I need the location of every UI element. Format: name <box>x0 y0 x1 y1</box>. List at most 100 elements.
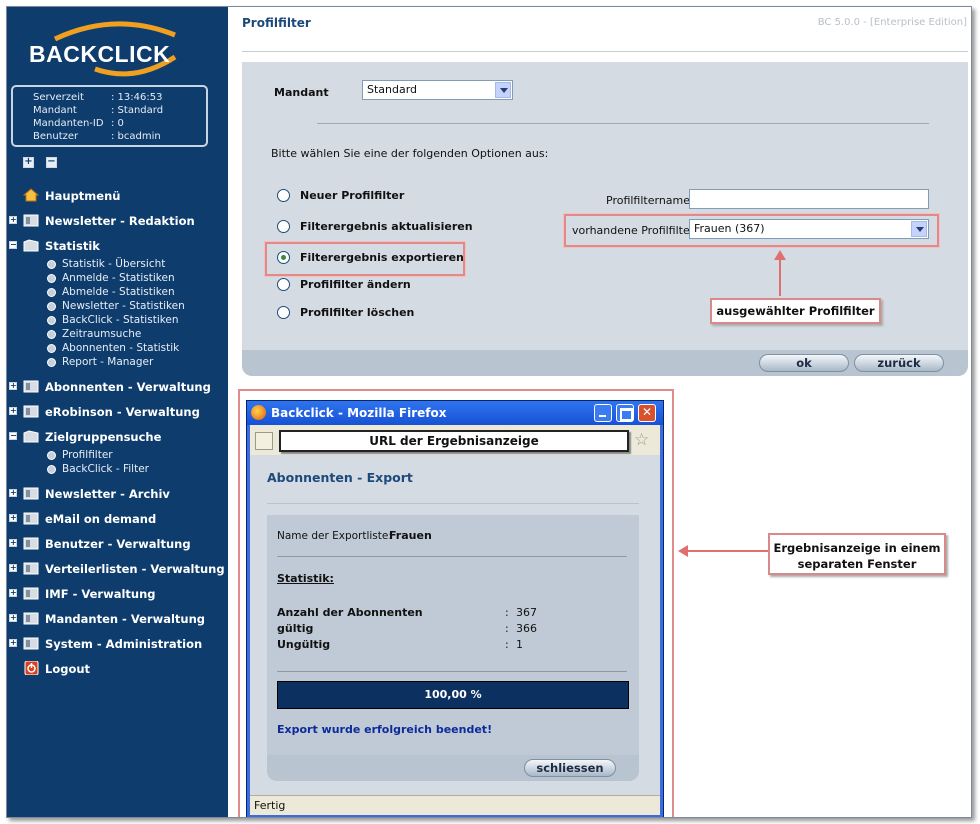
ok-button[interactable]: ok <box>759 354 849 372</box>
window-title: Backclick - Mozilla Firefox <box>271 406 447 420</box>
stat-value: 366 <box>516 622 537 635</box>
radio-circle[interactable] <box>277 306 290 319</box>
menu-item-benutzer[interactable]: + Benutzer - Verwaltung <box>7 531 228 556</box>
menu-item-system[interactable]: + System - Administration <box>7 631 228 656</box>
folder-icon <box>23 587 39 600</box>
submenu-item-backclick-filter[interactable]: BackClick - Filter <box>47 462 228 476</box>
profilfiltername-input[interactable] <box>689 189 929 209</box>
stat-value: 367 <box>516 606 537 619</box>
menu-item-hauptmenu[interactable]: Hauptmenü <box>7 183 228 208</box>
submenu-item[interactable]: Newsletter - Statistiken <box>47 299 228 313</box>
menu-item-mandanten[interactable]: + Mandanten - Verwaltung <box>7 606 228 631</box>
menu-label: eMail on demand <box>45 511 157 526</box>
submenu-item[interactable]: Report - Manager <box>47 355 228 369</box>
bullet-icon <box>47 315 56 325</box>
collapse-all-icon[interactable]: − <box>46 157 57 168</box>
menu-item-logout[interactable]: Logout <box>7 656 228 681</box>
expand-icon[interactable]: + <box>9 564 17 572</box>
radio-filterergebnis-aktualisieren[interactable]: Filterergebnis aktualisieren <box>277 220 473 233</box>
submenu-item[interactable]: Zeitraumsuche <box>47 327 228 341</box>
vorhandene-profilfilter-select[interactable]: Frauen (367) <box>689 219 929 239</box>
submenu-item[interactable]: Anmelde - Statistiken <box>47 271 228 285</box>
stat-label: Anzahl der Abonnenten <box>277 606 423 619</box>
main-content: Profilfilter BC 5.0.0 - [Enterprise Edit… <box>228 7 971 817</box>
menu-item-imf[interactable]: + IMF - Verwaltung <box>7 581 228 606</box>
expand-icon[interactable]: + <box>9 639 17 647</box>
expand-icon[interactable]: + <box>9 216 17 224</box>
server-time: : 13:46:53 <box>111 92 163 103</box>
menu-label: Newsletter - Redaktion <box>45 213 195 228</box>
radio-circle-selected[interactable] <box>277 251 290 264</box>
bullet-icon <box>47 287 56 297</box>
callout-arrow-left-icon <box>678 545 770 557</box>
minimize-button[interactable] <box>594 404 612 422</box>
radio-circle[interactable] <box>277 189 290 202</box>
divider <box>277 556 627 557</box>
expand-icon[interactable]: + <box>9 382 17 390</box>
expand-icon[interactable]: + <box>9 407 17 415</box>
submenu-item[interactable]: BackClick - Statistiken <box>47 313 228 327</box>
divider <box>267 503 639 504</box>
radio-circle[interactable] <box>277 220 290 233</box>
divider <box>277 671 627 672</box>
radio-circle[interactable] <box>277 278 290 291</box>
version-label: BC 5.0.0 - [Enterprise Edition] <box>817 17 967 28</box>
tree-toggles: + − <box>23 157 57 168</box>
expand-icon[interactable]: + <box>9 539 17 547</box>
menu-label: Hauptmenü <box>45 188 121 203</box>
folder-icon <box>23 512 39 525</box>
expand-icon[interactable]: + <box>9 589 17 597</box>
export-details-panel: Name der Exportliste: Frauen Statistik: … <box>267 515 639 755</box>
radio-filterergebnis-exportieren[interactable]: Filterergebnis exportieren <box>277 251 464 264</box>
mandant-select[interactable]: Standard <box>362 80 513 100</box>
dropdown-arrow-icon[interactable] <box>911 221 927 237</box>
menu-item-verteilerlisten[interactable]: + Verteilerlisten - Verwaltung <box>7 556 228 581</box>
expand-icon[interactable]: + <box>9 514 17 522</box>
submenu-item[interactable]: Abmelde - Statistiken <box>47 285 228 299</box>
close-window-button[interactable] <box>638 404 656 422</box>
menu-label: Statistik <box>45 238 100 253</box>
menu-item-statistik[interactable]: − Statistik <box>7 233 228 258</box>
back-button[interactable]: zurück <box>854 354 944 372</box>
submenu-label: BackClick - Filter <box>62 463 149 475</box>
expand-all-icon[interactable]: + <box>23 157 34 168</box>
backclick-logo[interactable]: BACKCLICK <box>25 17 195 79</box>
maximize-button[interactable] <box>616 404 634 422</box>
expand-icon[interactable]: + <box>9 489 17 497</box>
menu-item-zielgruppensuche[interactable]: − Zielgruppensuche <box>7 424 228 449</box>
bullet-icon <box>47 301 56 311</box>
window-client-area: URL der Ergebnisanzeige ☆ Abonnenten - E… <box>250 425 660 815</box>
collapse-icon[interactable]: − <box>9 432 17 440</box>
menu-label: eRobinson - Verwaltung <box>45 404 200 419</box>
menu-item-email-on-demand[interactable]: + eMail on demand <box>7 506 228 531</box>
info-key: Benutzer <box>33 131 79 142</box>
close-button[interactable]: schliessen <box>524 759 616 777</box>
url-field[interactable]: URL der Ergebnisanzeige <box>279 430 629 452</box>
export-progress-bar: 100,00 % <box>277 681 629 709</box>
bullet-icon <box>47 259 56 269</box>
dropdown-arrow-icon[interactable] <box>495 82 511 98</box>
stats-heading: Statistik: <box>277 572 334 585</box>
bullet-icon <box>47 343 56 353</box>
submenu-item-profilfilter[interactable]: Profilfilter <box>47 448 228 462</box>
radio-profilfilter-aendern[interactable]: Profilfilter ändern <box>277 278 411 291</box>
radio-label: Neuer Profilfilter <box>300 189 405 202</box>
menu-item-newsletter-redaktion[interactable]: + Newsletter - Redaktion <box>7 208 228 233</box>
zielgruppen-submenu: Profilfilter BackClick - Filter <box>7 448 228 476</box>
menu-item-erobinson[interactable]: + eRobinson - Verwaltung <box>7 399 228 424</box>
vorhandene-profilfilter-value: Frauen (367) <box>694 222 765 235</box>
submenu-item[interactable]: Abonnenten - Statistik <box>47 341 228 355</box>
expand-icon[interactable]: + <box>9 614 17 622</box>
menu-item-abonnenten[interactable]: + Abonnenten - Verwaltung <box>7 374 228 399</box>
window-titlebar[interactable]: Backclick - Mozilla Firefox <box>247 401 663 425</box>
stat-colon: : <box>505 622 509 635</box>
radio-label: Profilfilter löschen <box>300 306 415 319</box>
radio-neuer-profilfilter[interactable]: Neuer Profilfilter <box>277 189 404 202</box>
menu-item-newsletter-archiv[interactable]: + Newsletter - Archiv <box>7 481 228 506</box>
bookmark-star-icon[interactable]: ☆ <box>634 430 649 450</box>
submenu-item[interactable]: Statistik - Übersicht <box>47 257 228 271</box>
radio-profilfilter-loeschen[interactable]: Profilfilter löschen <box>277 306 414 319</box>
folder-icon <box>23 380 39 393</box>
main-menu: Hauptmenü + Newsletter - Redaktion − Sta… <box>7 183 228 681</box>
collapse-icon[interactable]: − <box>9 241 17 249</box>
